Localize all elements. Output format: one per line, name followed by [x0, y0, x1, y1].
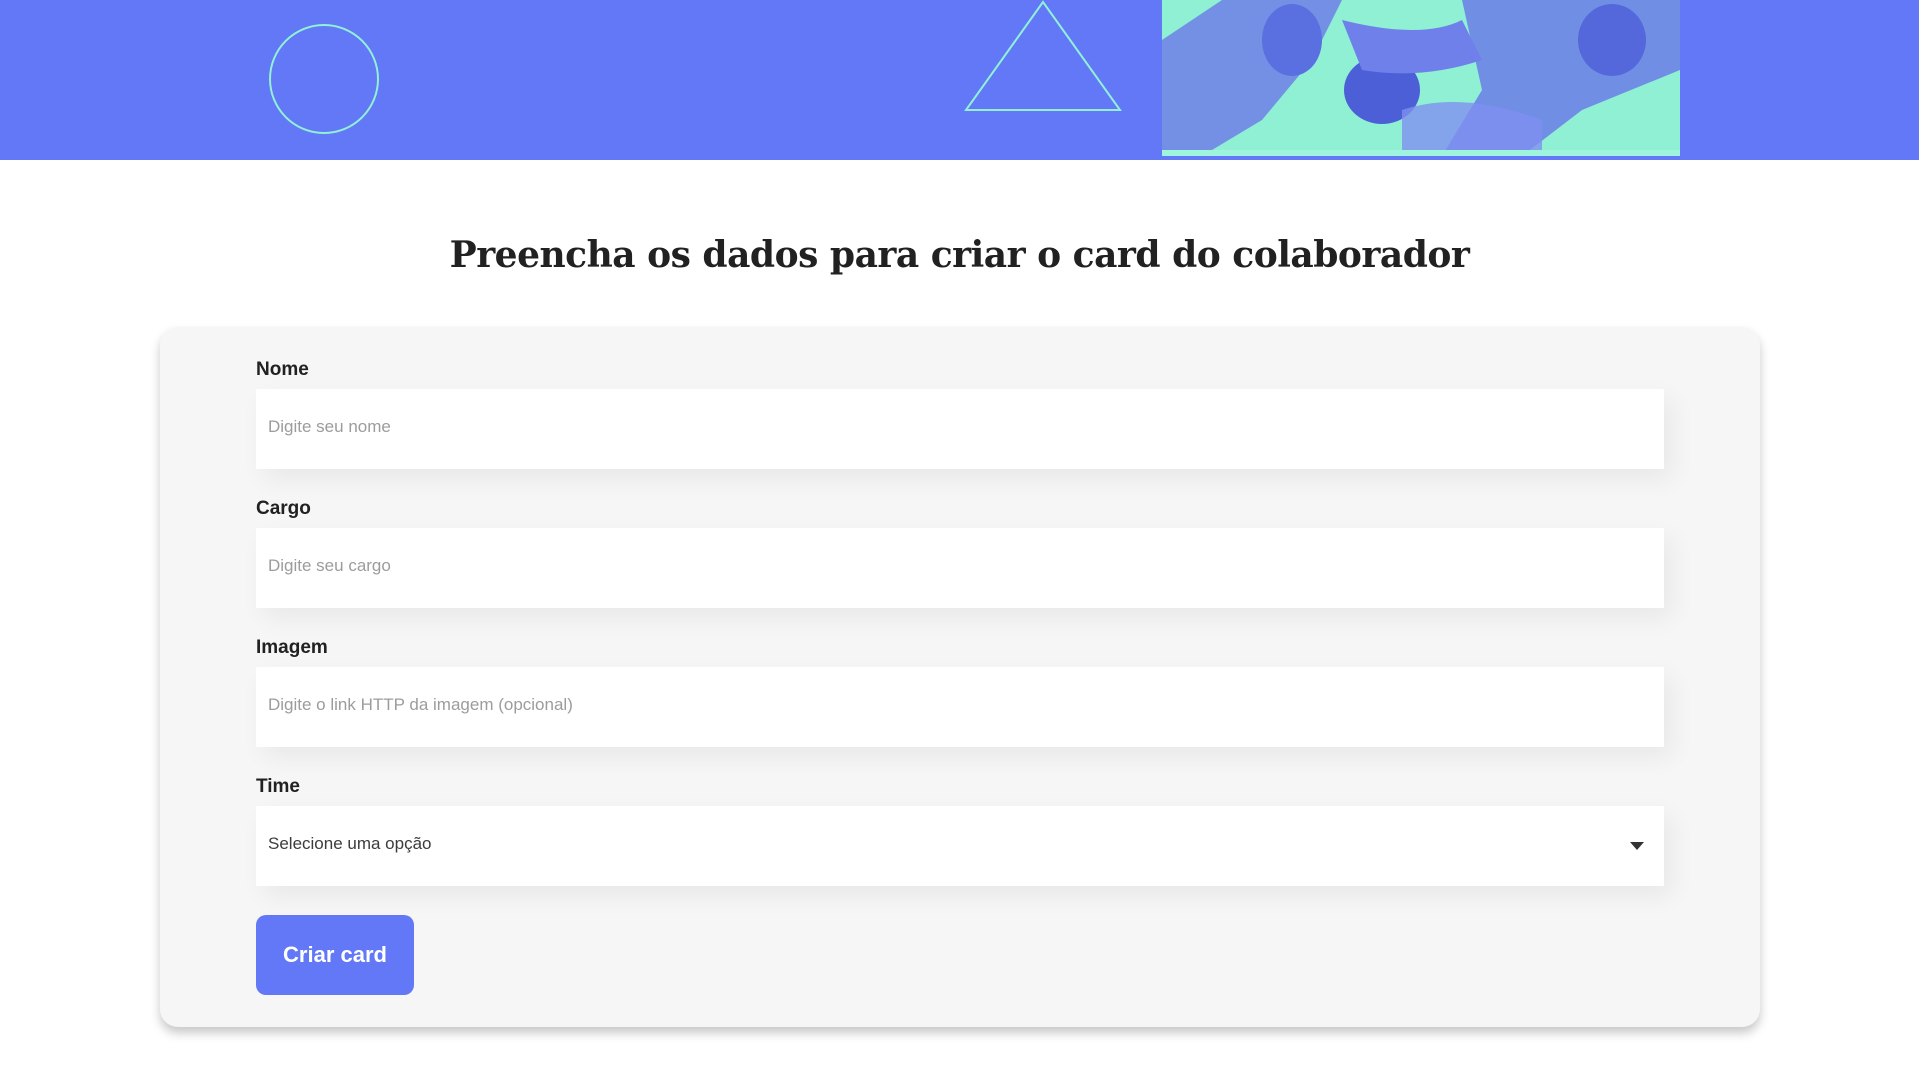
chevron-down-icon — [1630, 842, 1644, 850]
decorative-triangle — [964, 0, 1122, 111]
image-label: Imagem — [256, 637, 328, 658]
banner-title-clipped — [400, 0, 880, 2]
image-url-input[interactable]: Digite o link HTTP da imagem (opcional) — [256, 667, 1664, 747]
role-label: Cargo — [256, 498, 311, 519]
hero-banner — [0, 0, 1919, 160]
create-card-button[interactable]: Criar card — [256, 915, 414, 995]
name-label: Nome — [256, 359, 309, 380]
collaborator-form: Nome Digite seu nome Cargo Digite seu ca… — [160, 327, 1760, 1027]
image-input-placeholder: Digite o link HTTP da imagem (opcional) — [268, 695, 573, 714]
name-input[interactable]: Digite seu nome — [256, 389, 1664, 469]
role-input[interactable]: Digite seu cargo — [256, 528, 1664, 608]
name-input-placeholder: Digite seu nome — [268, 417, 391, 436]
team-label: Time — [256, 776, 301, 797]
team-hands-photo — [1162, 0, 1680, 156]
decorative-circle — [269, 24, 379, 134]
team-select[interactable]: Selecione uma opção — [256, 806, 1664, 886]
team-select-value: Selecione uma opção — [268, 834, 432, 853]
form-heading: Preencha os dados para criar o card do c… — [449, 234, 1470, 276]
role-input-placeholder: Digite seu cargo — [268, 556, 391, 575]
